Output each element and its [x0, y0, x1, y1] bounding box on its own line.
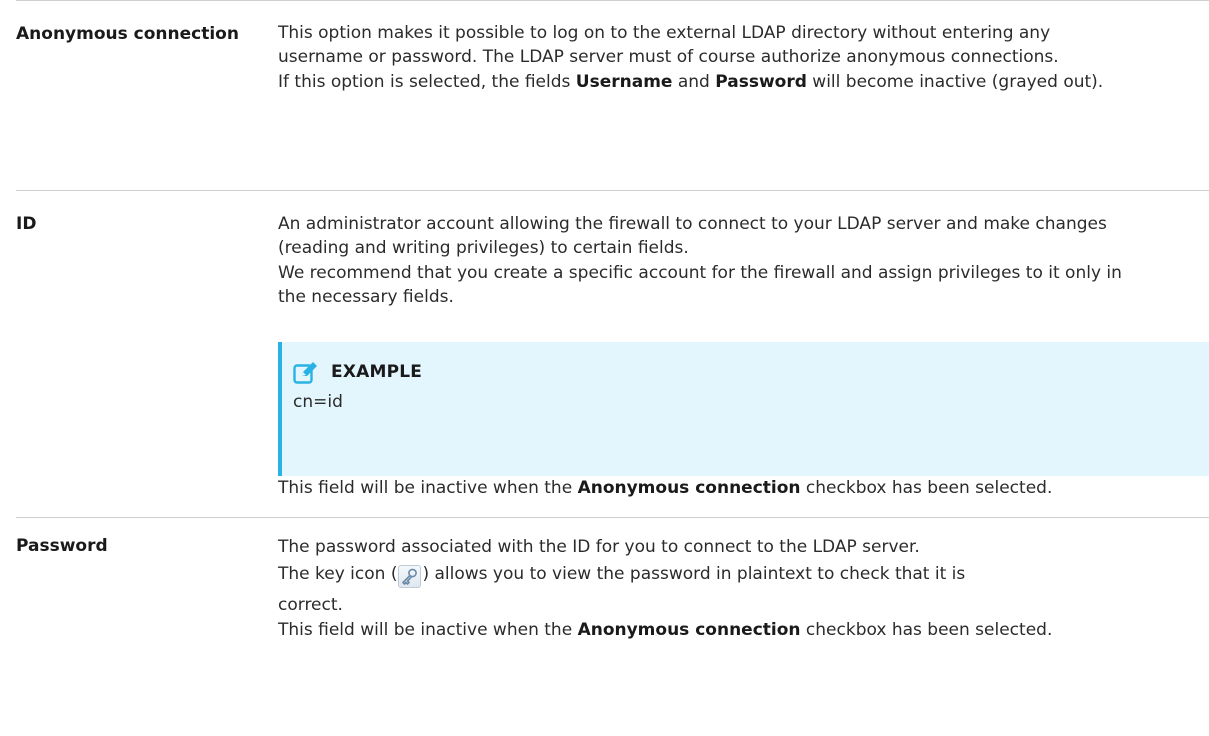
- text-span: checkbox has been selected.: [800, 477, 1053, 498]
- text-span: will become inactive (grayed out).: [806, 71, 1104, 92]
- bold-anonymous-connection: Anonymous connection: [577, 477, 801, 498]
- table-row-id: ID An administrator account allowing the…: [16, 190, 1209, 517]
- example-code: cn=id: [293, 391, 343, 412]
- bold-field-password: Password: [715, 71, 807, 92]
- example-callout: EXAMPLE cn=id: [278, 341, 1209, 476]
- term-id: ID: [16, 214, 37, 234]
- description-paragraph: This option makes it possible to log on …: [278, 23, 1059, 68]
- term-anonymous-connection: Anonymous connection: [16, 24, 239, 44]
- table-row-anonymous-connection: Anonymous connection This option makes i…: [16, 0, 1209, 190]
- text-span: This field will be inactive when the: [278, 477, 578, 498]
- description-anonymous-connection: This option makes it possible to log on …: [278, 1, 1138, 94]
- text-span: The key icon (: [278, 564, 398, 585]
- text-span: If this option is selected, the fields: [278, 71, 576, 92]
- text-span: checkbox has been selected.: [800, 619, 1053, 640]
- table-row-password: Password The password associated with th…: [16, 517, 1209, 642]
- text-span: ) allows you to view the password in pla…: [422, 564, 966, 585]
- description-paragraph: This field will be inactive when the Ano…: [278, 618, 1138, 642]
- description-paragraph: correct.: [278, 595, 343, 616]
- example-title: EXAMPLE: [331, 362, 423, 383]
- pencil-square-icon: [293, 361, 319, 385]
- key-icon: [398, 565, 422, 589]
- description-paragraph: The key icon ( ) allows you to view the p…: [278, 559, 1138, 589]
- term-password: Password: [16, 536, 108, 556]
- text-span: This field will be inactive when the: [278, 619, 578, 640]
- definition-table: Anonymous connection This option makes i…: [16, 0, 1209, 642]
- bold-anonymous-connection: Anonymous connection: [577, 619, 801, 640]
- description-id: An administrator account allowing the fi…: [278, 191, 1209, 500]
- description-paragraph: We recommend that you create a specific …: [278, 262, 1122, 308]
- description-paragraph: If this option is selected, the fields U…: [278, 70, 1138, 94]
- description-paragraph: An administrator account allowing the fi…: [278, 214, 1107, 259]
- description-paragraph: This field will be inactive when the Ano…: [278, 476, 1138, 500]
- description-password: The password associated with the ID for …: [278, 518, 1138, 642]
- bold-field-username: Username: [575, 71, 673, 92]
- text-span: and: [672, 71, 716, 92]
- description-paragraph: The password associated with the ID for …: [278, 537, 920, 557]
- example-header: EXAMPLE: [293, 360, 1209, 386]
